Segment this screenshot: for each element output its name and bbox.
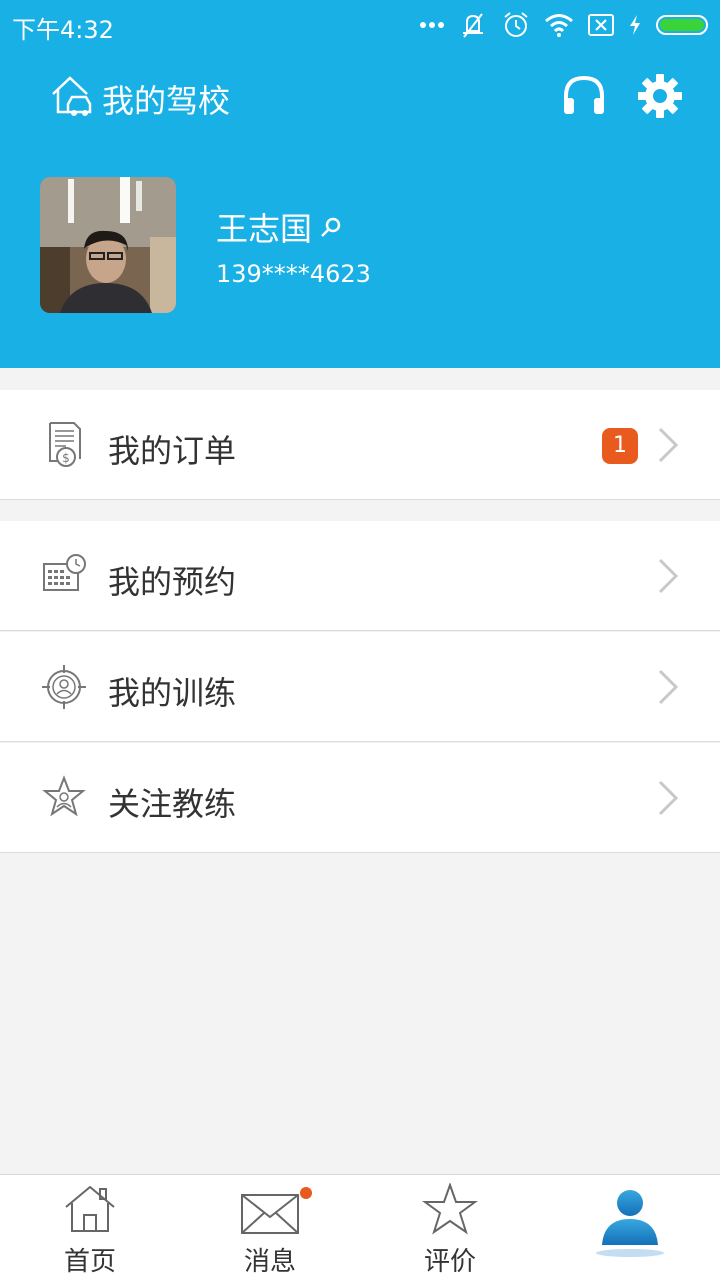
- tab-label-home: 首页: [63, 1247, 116, 1277]
- gear-icon: [638, 74, 682, 118]
- avatar-photo: [40, 177, 176, 313]
- star-icon: [422, 1183, 478, 1235]
- customer-service-button[interactable]: [560, 72, 608, 120]
- tab-reviews[interactable]: 评价: [360, 1175, 540, 1280]
- tab-messages[interactable]: 消息: [180, 1175, 360, 1280]
- tab-label-messages: 消息: [243, 1247, 296, 1277]
- unread-dot: [300, 1187, 312, 1199]
- user-phone: 139****4623: [216, 260, 371, 288]
- order-count-badge: 1: [602, 428, 638, 464]
- tab-label-reviews: 评价: [423, 1247, 476, 1277]
- tab-profile[interactable]: [540, 1175, 720, 1280]
- battery-level: [660, 19, 704, 31]
- chevron-right-icon: [658, 669, 679, 705]
- status-time: 下午4:32: [12, 16, 114, 44]
- menu-item-appointments[interactable]: 我的预约: [0, 521, 720, 631]
- menu-label-appointments: 我的预约: [108, 563, 237, 601]
- menu-label-orders: 我的订单: [108, 432, 237, 470]
- home-car-icon: [52, 76, 92, 116]
- avatar[interactable]: [40, 177, 176, 313]
- chevron-right-icon: [658, 558, 679, 594]
- charging-icon: [630, 15, 640, 35]
- bottom-tab-bar: 首页 消息 评价: [0, 1174, 720, 1280]
- sim-x-icon: [588, 14, 614, 36]
- page-title: 我的驾校: [102, 82, 231, 120]
- alarm-icon: [504, 12, 528, 37]
- battery-icon: [656, 15, 708, 35]
- more-dots-icon: [420, 22, 444, 28]
- title-bar: 我的驾校: [0, 70, 720, 126]
- mail-icon: [241, 1194, 299, 1234]
- search-edit-icon[interactable]: [320, 216, 342, 238]
- status-bar: 下午4:32: [0, 0, 720, 50]
- status-icons: [420, 8, 708, 42]
- settings-button[interactable]: [636, 72, 684, 120]
- training-target-icon: [42, 665, 86, 709]
- menu-item-followed-coaches[interactable]: 关注教练: [0, 743, 720, 853]
- menu-item-training[interactable]: 我的训练: [0, 632, 720, 742]
- order-bill-icon: $: [49, 422, 81, 467]
- profile-header: 下午4:32 我的驾校 王志国 139****4623: [0, 0, 720, 368]
- svg-text:$: $: [62, 451, 70, 465]
- star-badge-icon: [42, 775, 86, 817]
- chevron-right-icon: [658, 780, 679, 816]
- wifi-icon: [545, 14, 573, 37]
- user-icon: [596, 1190, 664, 1257]
- menu-label-training: 我的训练: [108, 674, 237, 712]
- menu-label-followed-coaches: 关注教练: [108, 785, 237, 823]
- home-icon: [65, 1185, 115, 1232]
- calendar-clock-icon: [43, 554, 86, 591]
- vibrate-off-icon: [463, 13, 483, 38]
- tab-home[interactable]: 首页: [0, 1175, 180, 1280]
- user-name: 王志国: [216, 210, 313, 248]
- headset-icon: [564, 75, 604, 114]
- chevron-right-icon: [658, 427, 679, 463]
